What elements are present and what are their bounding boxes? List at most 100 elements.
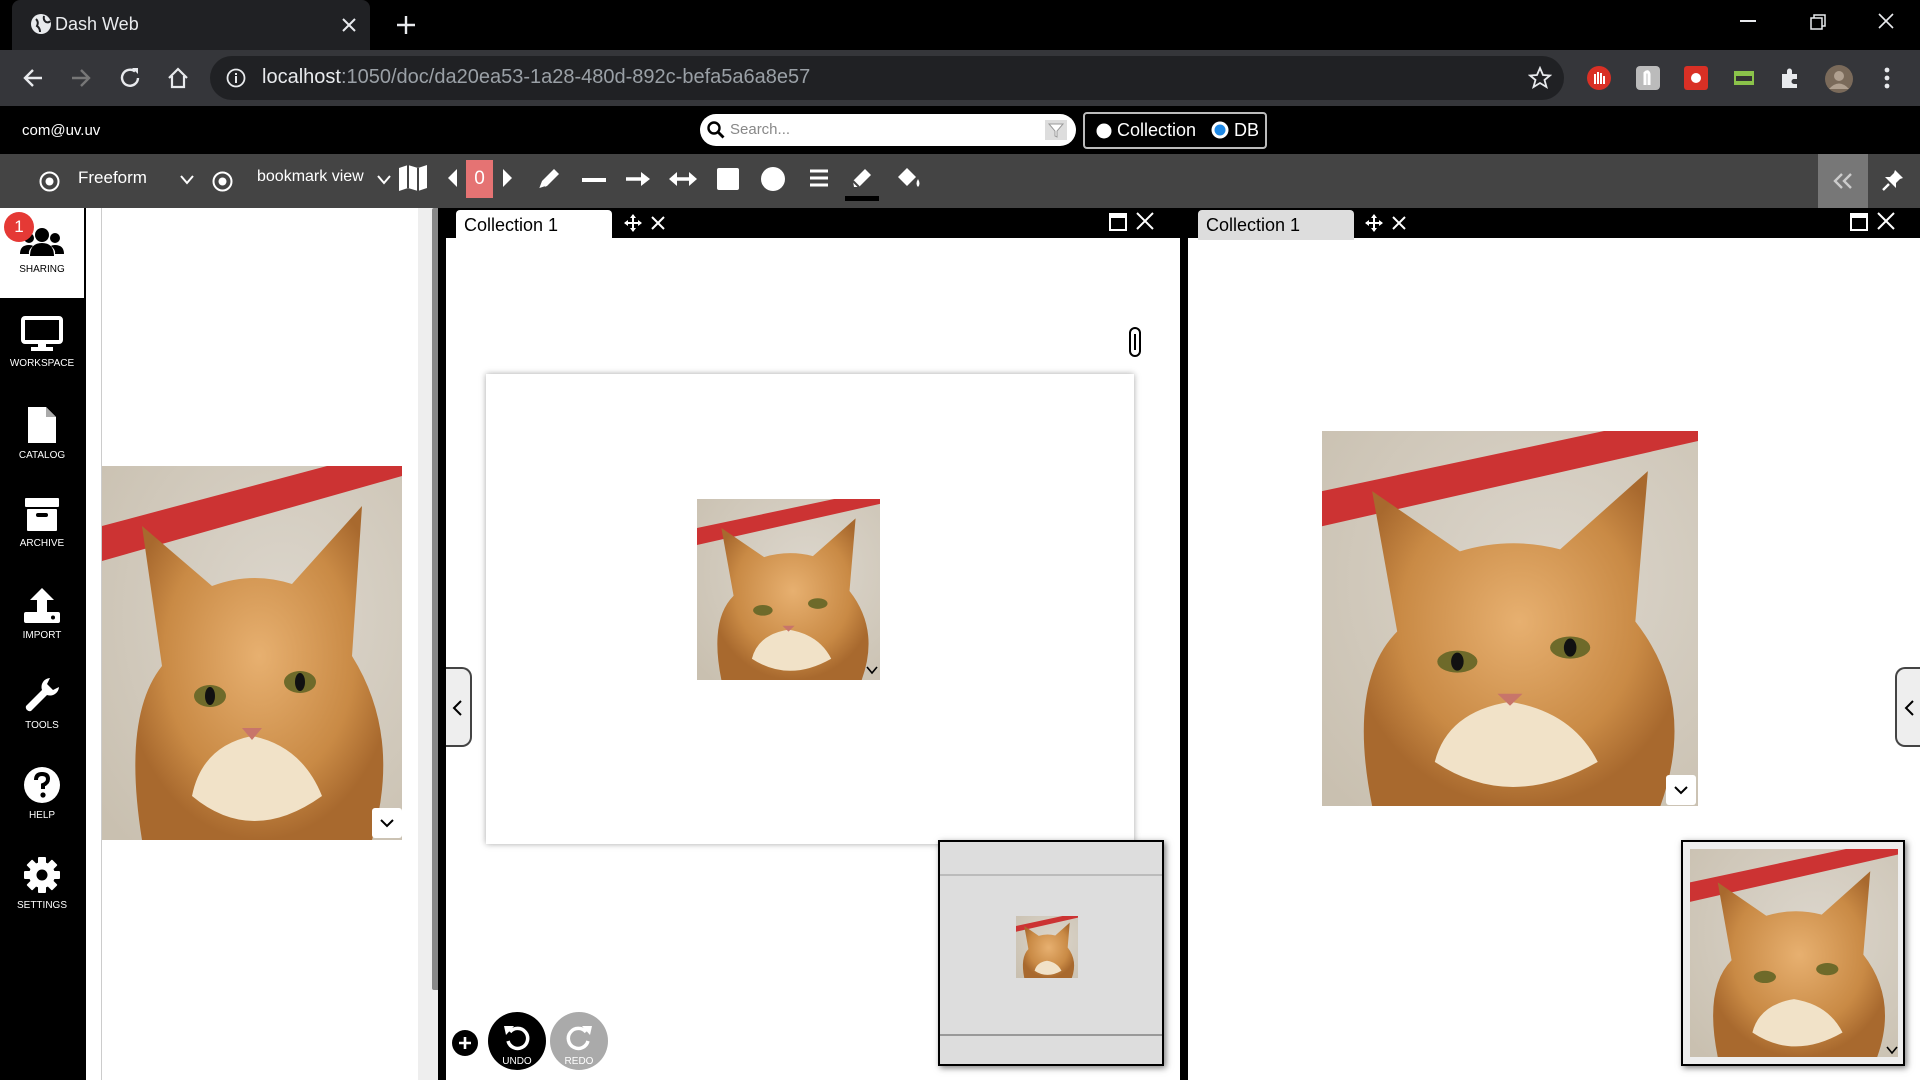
bookmark-star-icon[interactable] — [1528, 66, 1552, 90]
active-tool-indicator — [845, 196, 879, 201]
extension-card-icon[interactable] — [1733, 70, 1755, 86]
expand-right-handle[interactable] — [1895, 667, 1920, 747]
extension-touch-icon[interactable] — [1635, 65, 1661, 91]
pin-icon[interactable] — [1882, 169, 1904, 191]
view-mode-dropdown[interactable]: Freeform — [30, 154, 198, 208]
redo-icon — [566, 1026, 592, 1051]
chevron-left-icon — [1904, 700, 1914, 716]
extensions-icon[interactable] — [1778, 66, 1802, 90]
list-icon[interactable] — [808, 167, 830, 189]
extension-red-puzzle-icon[interactable] — [1683, 65, 1709, 91]
redo-label: REDO — [564, 1056, 594, 1067]
undo-label: UNDO — [502, 1056, 532, 1067]
sidebar-label-settings: SETTINGS — [16, 900, 67, 911]
cat-image-large[interactable] — [1322, 431, 1698, 806]
close-pane-icon[interactable] — [1136, 212, 1154, 230]
double-chevron-left-icon — [1833, 173, 1852, 189]
user-email: com@uv.uv — [22, 122, 101, 139]
add-icon[interactable] — [452, 1030, 478, 1056]
radio-collection[interactable] — [1096, 123, 1112, 139]
cat-image-minimap — [1690, 849, 1898, 1057]
tab-collection-1[interactable]: Collection 1 — [456, 210, 612, 240]
close-tab-icon[interactable] — [341, 17, 357, 33]
upload-icon — [24, 588, 60, 623]
chevron-down-icon[interactable] — [866, 666, 878, 675]
chrome-menu-icon[interactable] — [1883, 66, 1891, 90]
minimap-overview-right[interactable] — [1681, 840, 1905, 1066]
url-host: localhost — [262, 66, 341, 88]
prev-arrow-icon[interactable] — [446, 168, 458, 188]
sidebar-item-workspace[interactable]: WORKSPACE — [0, 298, 84, 388]
extension-red-hand-icon[interactable] — [1586, 65, 1612, 91]
panel-gutter — [86, 208, 102, 1080]
search-placeholder: Search... — [730, 121, 791, 138]
chevron-down-icon — [1674, 786, 1688, 795]
sidebar-item-import[interactable]: IMPORT — [0, 568, 84, 658]
forward-icon[interactable] — [70, 67, 92, 89]
chevron-down-icon[interactable] — [1886, 1046, 1898, 1055]
close-pane-icon[interactable] — [1877, 212, 1895, 230]
cat-image-small[interactable] — [697, 499, 880, 680]
line-icon[interactable] — [582, 178, 606, 182]
bookmark-view-dropdown[interactable]: bookmark view — [200, 154, 396, 208]
home-icon[interactable] — [166, 66, 190, 90]
minimap-bottom-edge — [940, 1034, 1162, 1036]
window-close-icon[interactable] — [1878, 13, 1894, 29]
redo-button[interactable]: REDO — [550, 1012, 608, 1070]
search-icon — [707, 121, 725, 139]
close-tab-icon[interactable] — [651, 216, 665, 230]
sidebar-label-workspace: WORKSPACE — [9, 358, 75, 369]
cat-image-library[interactable] — [102, 466, 402, 840]
sidebar-label-import: IMPORT — [22, 630, 62, 641]
info-icon[interactable] — [226, 68, 246, 88]
minimize-icon[interactable] — [1740, 20, 1756, 24]
arrow-right-icon[interactable] — [625, 170, 651, 188]
restore-icon[interactable] — [1810, 14, 1826, 30]
pane-divider[interactable] — [1180, 208, 1188, 1080]
browser-tab-title: Dash Web — [55, 14, 139, 34]
move-icon[interactable] — [1365, 214, 1383, 232]
undo-icon — [504, 1026, 530, 1051]
tab-collection-1[interactable]: Collection 1 — [1198, 210, 1354, 240]
minimap-top-edge — [940, 874, 1162, 876]
filter-icon[interactable] — [1045, 120, 1067, 140]
map-icon[interactable] — [398, 164, 428, 192]
double-arrow-icon[interactable] — [668, 170, 698, 188]
reload-icon[interactable] — [118, 66, 142, 90]
radio-db-selected[interactable] — [1211, 121, 1229, 139]
new-tab-icon[interactable] — [396, 15, 416, 35]
sidebar-item-help[interactable]: HELP — [0, 748, 84, 838]
sidebar-label-help: HELP — [28, 810, 56, 821]
sidebar-item-catalog[interactable]: CATALOG — [0, 388, 84, 478]
doc-menu-button[interactable] — [1666, 775, 1696, 805]
sidebar-item-tools[interactable]: TOOLS — [0, 658, 84, 748]
chevron-left-icon — [452, 700, 462, 716]
eraser-pen-icon[interactable] — [849, 165, 875, 191]
collapse-panel-button[interactable] — [1818, 154, 1868, 208]
maximize-icon[interactable] — [1109, 213, 1127, 231]
sidebar-item-archive[interactable]: ARCHIVE — [0, 478, 84, 568]
maximize-icon[interactable] — [1850, 213, 1868, 231]
next-arrow-icon[interactable] — [502, 168, 514, 188]
profile-avatar-icon[interactable] — [1824, 64, 1854, 94]
move-icon[interactable] — [624, 214, 642, 232]
sidebar-label-tools: TOOLS — [25, 720, 59, 731]
close-tab-icon[interactable] — [1392, 216, 1406, 230]
undo-button[interactable]: UNDO — [488, 1012, 546, 1070]
circle-icon[interactable] — [761, 167, 785, 191]
minimap-overview[interactable] — [938, 840, 1164, 1066]
sidebar-item-settings[interactable]: SETTINGS — [0, 838, 84, 928]
paint-bucket-icon[interactable] — [895, 165, 923, 191]
rectangle-icon[interactable] — [717, 168, 739, 190]
sidebar-label-sharing: SHARING — [19, 264, 65, 275]
pen-icon[interactable] — [536, 166, 562, 192]
back-icon[interactable] — [22, 67, 44, 89]
pane-divider[interactable] — [438, 208, 446, 1080]
expand-left-handle[interactable] — [446, 667, 472, 747]
notification-badge: 1 — [4, 212, 34, 242]
scroll-handle-icon[interactable] — [1128, 326, 1142, 358]
file-icon — [28, 407, 56, 443]
scope-option-collection: Collection — [1117, 120, 1197, 140]
library-doc-menu-button[interactable] — [372, 808, 402, 838]
search-scope-toggle: Collection DB — [1083, 112, 1267, 149]
